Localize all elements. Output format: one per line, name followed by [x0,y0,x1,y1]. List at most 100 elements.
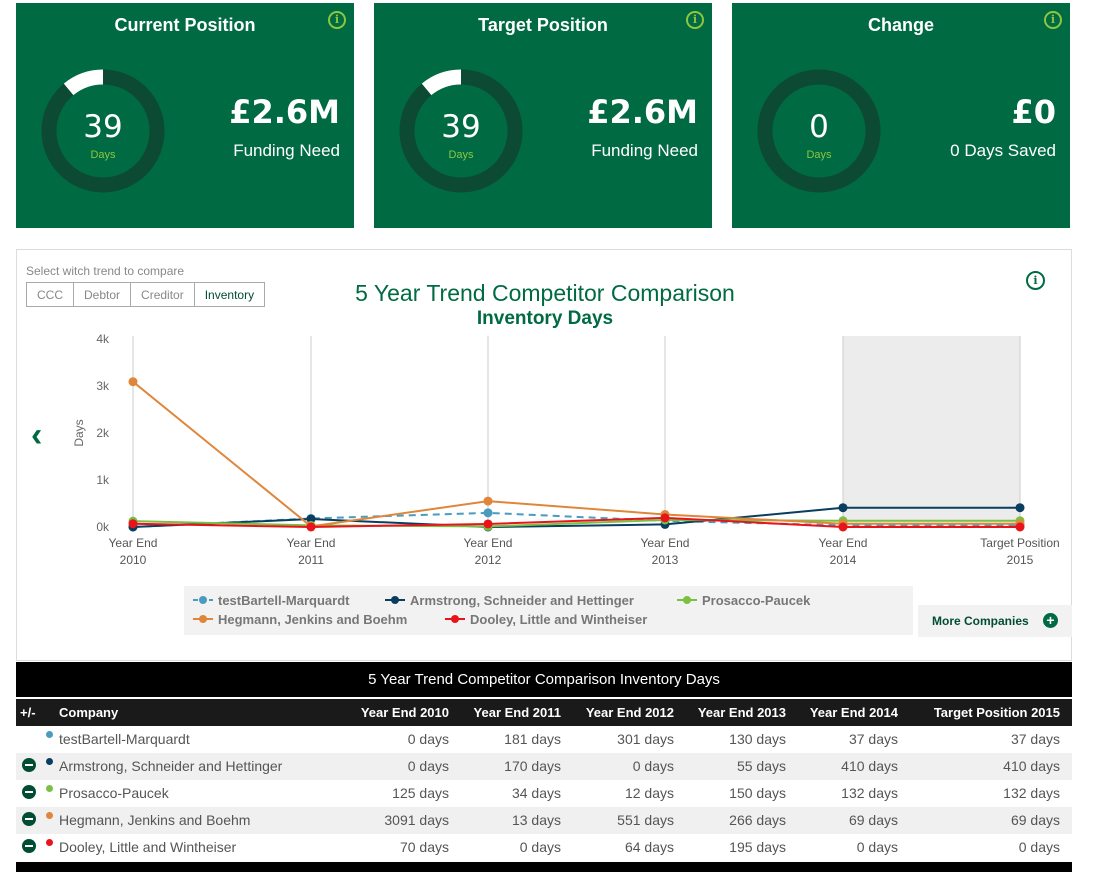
change-card: Change i 0 Days £0 0 Days Saved [732,3,1070,228]
table-cell: 130 days [729,731,786,747]
table-cell: 69 days [1010,812,1060,828]
data-point[interactable] [838,503,848,513]
series-dot-icon [46,839,53,846]
legend-label: testBartell-Marquardt [218,593,350,608]
legend-marker [193,596,213,604]
company-name: Prosacco-Paucek [59,785,169,801]
current-position-card: Current Position i 39 Days £2.6M Funding… [16,3,354,228]
data-point[interactable] [1015,503,1025,513]
data-point[interactable] [838,522,848,532]
data-point[interactable] [1015,522,1025,532]
remove-icon[interactable] [22,812,36,826]
table-cell: 132 days [1003,785,1060,801]
header-toggle: +/- [20,705,36,720]
x-tick-label: Year End [819,536,868,550]
company-name: testBartell-Marquardt [59,731,190,747]
legend-label: Hegmann, Jenkins and Boehm [218,612,408,627]
days-value: 39 [83,109,123,145]
table-row: Armstrong, Schneider and Hettinger 0 days… [16,753,1072,780]
more-companies-button[interactable]: More Companies + [918,605,1072,637]
card-title: Current Position [114,15,256,35]
x-tick-label: Year End [464,536,513,550]
x-tick-label: 2015 [1007,553,1034,567]
legend-marker [385,596,405,604]
header-2013[interactable]: Year End 2013 [698,705,786,720]
remove-icon[interactable] [22,839,36,853]
x-tick-label: 2011 [298,553,324,567]
chart-legend: testBartell-Marquardt Armstrong, Schneide… [184,586,913,635]
info-icon[interactable]: i [328,11,346,29]
table-cell: 37 days [848,731,898,747]
data-point[interactable] [128,377,138,387]
x-tick-label: Year End [641,536,690,550]
card-title: Target Position [478,15,608,35]
target-highlight-band [843,336,1020,527]
table-cell: 55 days [736,758,786,774]
table-footer [16,862,1072,872]
header-2015[interactable]: Target Position 2015 [934,705,1060,720]
data-point[interactable] [660,513,670,523]
card-title: Change [867,15,934,35]
info-icon[interactable]: i [686,11,704,29]
series-dot-icon [46,758,53,765]
table-header: +/- Company Year End 2010 Year End 2011 … [16,699,1072,726]
target-position-card: Target Position i 39 Days £2.6M Funding … [374,3,712,228]
header-2010[interactable]: Year End 2010 [361,705,449,720]
legend-marker [193,615,213,623]
table-cell: 0 days [407,758,449,774]
table-cell: 37 days [1010,731,1060,747]
data-point[interactable] [483,508,493,518]
y-tick-label: 1k [96,473,110,487]
x-tick-label: 2013 [652,553,679,567]
days-unit: Days [90,149,116,161]
table-cell: 0 days [407,731,449,747]
days-value: 0 [809,109,829,145]
line-chart: 0k 1k 2k 3k 4k Days Year End 2010 Year End 2011 Ye… [72,332,1060,567]
data-point[interactable] [128,519,138,529]
donut-arc [63,69,104,96]
data-point[interactable] [483,519,493,529]
days-unit: Days [448,149,474,161]
funding-value: £2.6M [229,93,340,131]
days-saved-label: 0 Days Saved [950,141,1056,160]
series-dot-icon [46,785,53,792]
header-2014[interactable]: Year End 2014 [810,705,898,720]
funding-value: £2.6M [587,93,698,131]
table-cell: 132 days [841,785,898,801]
table-cell: 410 days [1003,758,1060,774]
table-cell: 12 days [624,785,674,801]
legend-marker [445,615,465,623]
table-cell: 301 days [617,731,674,747]
series-dot-icon [46,731,53,738]
funding-label: Funding Need [591,141,698,160]
table-cell: 266 days [729,812,786,828]
data-point[interactable] [483,496,493,506]
company-name: Dooley, Little and Wintheiser [59,839,237,855]
header-company[interactable]: Company [59,705,118,720]
remove-icon[interactable] [22,785,36,799]
header-2012[interactable]: Year End 2012 [586,705,674,720]
table-cell: 3091 days [384,812,449,828]
donut-arc [421,69,462,96]
table-cell: 13 days [511,812,561,828]
legend-label: Armstrong, Schneider and Hettinger [410,593,634,608]
table-cell: 0 days [519,839,561,855]
savings-value: £0 [1011,93,1056,131]
table-row: Hegmann, Jenkins and Boehm 3091 days 13 da… [16,807,1072,834]
table-cell: 170 days [504,758,561,774]
info-icon[interactable]: i [1044,11,1062,29]
table-cell: 70 days [399,839,449,855]
trend-chart-panel: Select witch trend to compare CCC Debtor… [16,249,1072,661]
header-2011[interactable]: Year End 2011 [474,705,561,720]
days-value: 39 [441,109,481,145]
x-tick-label: 2010 [120,553,147,567]
legend-label: Prosacco-Paucek [702,593,811,608]
table-cell: 150 days [729,785,786,801]
table-cell: 69 days [848,812,898,828]
data-point[interactable] [306,522,316,532]
table-cell: 125 days [392,785,449,801]
table-cell: 0 days [856,839,898,855]
remove-icon[interactable] [22,758,36,772]
x-tick-label: Target Position [980,536,1059,550]
more-companies-label: More Companies [932,614,1029,628]
